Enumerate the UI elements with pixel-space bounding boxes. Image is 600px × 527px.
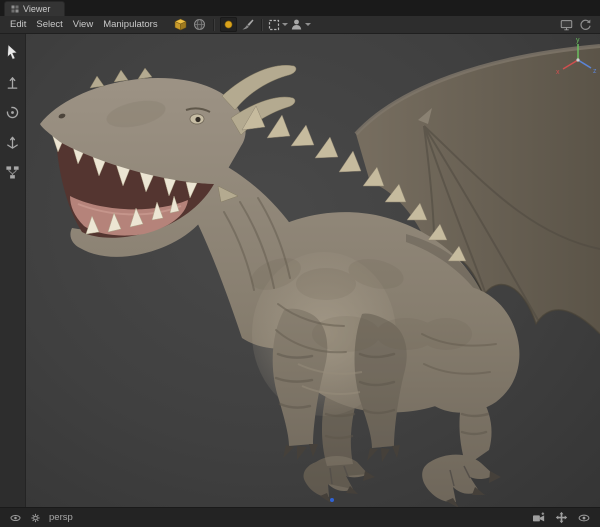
eye-icon [577,512,591,524]
menu-select[interactable]: Select [31,17,67,32]
toolbar: Edit Select View Manipulators [0,16,600,34]
tool-rail [0,34,26,507]
pan-view-button[interactable] [555,511,568,524]
axis-z-label: z [593,68,597,75]
display-button[interactable] [558,17,575,32]
cube-mode-button[interactable] [172,17,189,32]
menu-manipulators[interactable]: Manipulators [98,17,162,32]
schematic-icon [5,165,20,180]
transform-tool-icon [5,75,20,90]
menu-view[interactable]: View [68,17,98,32]
tab-viewer[interactable]: Viewer [4,1,65,16]
viewport-settings-button[interactable] [29,512,42,524]
marquee-select-icon [268,19,280,31]
visibility-toggle-button[interactable] [577,512,591,524]
transform-tool-button[interactable] [4,73,22,91]
gear-icon [29,512,42,524]
visibility-button[interactable] [9,512,22,524]
visibility-icon [9,512,22,524]
viewport-3d[interactable]: y x z [26,34,600,507]
tab-grid-icon [11,5,19,13]
menu-edit[interactable]: Edit [5,17,31,32]
cube-mode-icon [174,18,187,31]
move-tool-button[interactable] [4,133,22,151]
display-icon [559,18,574,32]
actor-button[interactable] [290,17,311,32]
marquee-select-button[interactable] [268,17,288,32]
brush-icon [241,18,254,31]
axis-x-label: x [556,69,560,76]
sync-button[interactable] [577,17,594,32]
select-arrow-icon [5,44,20,60]
pan-arrows-icon [555,511,568,524]
dragon-model[interactable] [40,46,600,507]
brush-button[interactable] [239,17,256,32]
toolbar-separator [261,19,263,31]
paint-dot-button[interactable] [220,17,237,32]
schematic-tool-button[interactable] [4,163,22,181]
actor-icon [290,18,303,31]
dropdown-caret-icon [282,23,288,26]
rotate-tool-icon [5,105,20,120]
select-tool-button[interactable] [4,43,22,61]
camera-icon [532,512,546,524]
move-tool-icon [5,135,20,150]
status-bar: persp [0,507,600,527]
sync-icon [578,18,593,32]
tab-bar: Viewer [0,0,600,16]
dropdown-caret-icon [305,23,311,26]
axis-y-label: y [576,37,580,44]
rotate-tool-button[interactable] [4,103,22,121]
pivot-marker[interactable] [330,498,334,502]
viewer-window: Viewer Edit Select View Manipulators [0,0,600,527]
globe-icon [193,18,206,31]
globe-button[interactable] [191,17,208,32]
paint-dot-icon [222,18,235,31]
toolbar-separator [213,19,215,31]
add-camera-button[interactable] [532,512,546,524]
camera-label[interactable]: persp [49,512,73,523]
tab-label: Viewer [23,4,50,14]
